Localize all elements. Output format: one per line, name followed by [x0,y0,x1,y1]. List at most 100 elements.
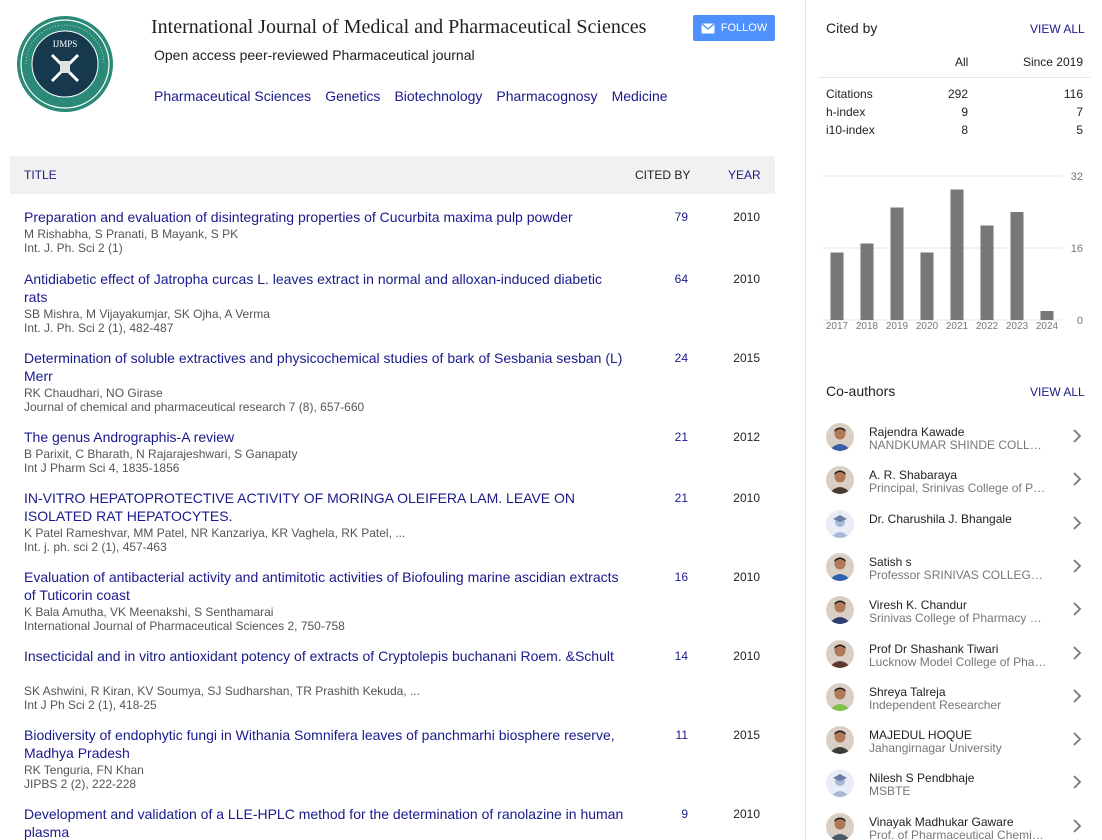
chart-bar[interactable] [950,189,964,321]
chart-bar[interactable] [920,252,934,321]
tag-link[interactable]: Pharmacognosy [496,88,597,104]
cited-count[interactable]: 24 [650,351,688,365]
article-title[interactable]: Determination of soluble extractives and… [24,349,624,385]
chart-bar[interactable] [860,243,874,321]
article-source: JIPBS 2 (2), 222-228 [24,777,137,791]
coauthor-item[interactable]: Nilesh S Pendbhaje MSBTE [818,761,1090,804]
metric-label: i10-index [826,123,875,137]
article-title[interactable]: Insecticidal and in vitro antioxidant po… [24,647,624,665]
cited-by-view-all[interactable]: VIEW ALL [1030,22,1085,36]
article-title[interactable]: Preparation and evaluation of disintegra… [24,208,624,226]
coauthor-item[interactable]: A. R. Shabaraya Principal, Srinivas Colle… [818,458,1090,501]
col-all: All [955,55,969,69]
article-source: International Journal of Pharmaceutical … [24,619,345,633]
journal-subtitle: Open access peer-reviewed Pharmaceutical… [154,47,475,63]
cited-count[interactable]: 16 [650,570,688,584]
metric-label: h-index [826,105,866,119]
coauthor-affiliation: Independent Researcher [869,697,1002,712]
article-title[interactable]: Antidiabetic effect of Jatropha curcas L… [24,270,624,306]
cited-by-title: Cited by [826,20,878,36]
tag-link[interactable]: Medicine [612,88,668,104]
sort-by-cited[interactable]: CITED BY [635,168,690,182]
coauthor-affiliation: Prof. of Pharmaceutical Chemistry [869,827,1049,840]
article-authors: RK Chaudhari, NO Girase [24,386,163,400]
tag-link[interactable]: Pharmaceutical Sciences [154,88,311,104]
coauthor-name: A. R. Shabaraya [869,468,958,483]
coauthor-item[interactable]: Viresh K. Chandur Srinivas College of Pha… [818,588,1090,631]
avatar [826,509,854,538]
sort-by-title[interactable]: TITLE [24,168,57,182]
coauthor-affiliation: Principal, Srinivas College of Pharmacy [869,481,1049,496]
avatar [826,726,854,755]
metric-since: 116 [1063,87,1083,101]
tag-link[interactable]: Genetics [325,88,380,104]
article-authors: K Bala Amutha, VK Meenakshi, S Senthamar… [24,605,274,619]
coauthor-name: Rajendra Kawade [869,425,965,439]
article-source: Int. j. ph. sci 2 (1), 457-463 [24,540,167,554]
avatar [826,769,854,798]
coauthor-name: Vinayak Madhukar Gaware [869,814,1014,829]
cited-count[interactable]: 79 [650,210,688,224]
x-tick-label: 2024 [1036,321,1059,332]
article-title[interactable]: The genus Andrographis-A review [24,428,624,446]
cited-count[interactable]: 21 [650,491,688,505]
coauthor-name: Nilesh S Pendbhaje [869,771,975,786]
citations-bar-chart: 32 16 0 2017 2018 2019 2020 2021 2022 2023 2024 [822,171,1083,332]
coauthor-item[interactable]: Prof Dr Shashank Tiwari Lucknow Model Col… [818,632,1090,675]
cited-count[interactable]: 64 [650,272,688,286]
coauthors-view-all[interactable]: VIEW ALL [1030,385,1085,399]
chevron-right-icon [1073,732,1082,746]
publications-table-header: TITLE CITED BY YEAR [10,156,775,194]
x-tick-label: 2020 [916,321,939,332]
coauthor-name: Prof Dr Shashank Tiwari [869,641,999,656]
journal-tags: Pharmaceutical Sciences Genetics Biotech… [154,88,668,104]
article-source: Journal of chemical and pharmaceutical r… [24,400,365,414]
coauthor-affiliation: MSBTE [869,784,911,799]
chart-bar[interactable] [980,225,994,321]
coauthor-item[interactable]: Satish sProfessor SRINIVAS COLLEGE OF PH… [818,545,1090,588]
article-source: Int J Pharm Sci 4, 1835-1856 [24,461,180,475]
chart-bar[interactable] [890,207,904,321]
coauthor-item[interactable]: MAJEDUL HOQUE Jahangirnagar University [818,718,1090,761]
article-title[interactable]: Biodiversity of endophytic fungi in With… [24,726,624,762]
y-tick-label: 32 [1071,171,1083,183]
coauthor-name: Dr. Charushila J. Bhangale [869,511,1012,526]
avatar [826,639,854,668]
x-tick-label: 2021 [946,321,969,332]
x-tick-label: 2023 [1006,321,1029,332]
chart-bar[interactable] [1040,311,1054,320]
cited-count[interactable]: 11 [650,728,688,742]
metric-since: 7 [1076,105,1083,119]
chevron-right-icon [1073,429,1082,443]
avatar [826,682,854,711]
coauthor-item[interactable]: Rajendra KawadeNANDKUMAR SHINDE COLLEGE … [818,415,1090,458]
tag-link[interactable]: Biotechnology [394,88,482,104]
metric-row: Citations 292 116 [818,87,1090,105]
article-title[interactable]: Evaluation of antibacterial activity and… [24,568,624,604]
coauthor-item[interactable]: Shreya Talreja Independent Researcher [818,675,1090,718]
article-title[interactable]: Development and validation of a LLE-HPLC… [24,805,624,840]
pub-year: 2015 [733,351,760,365]
avatar [826,552,854,581]
coauthor-affiliation: Lucknow Model College of Pharmacy [869,654,1049,669]
cited-count[interactable]: 21 [650,430,688,444]
coauthor-name: Satish s [869,554,912,569]
coauthor-name: Shreya Talreja [869,684,946,699]
cited-count[interactable]: 9 [650,807,688,821]
article-title[interactable]: IN-VITRO HEPATOPROTECTIVE ACTIVITY OF MO… [24,489,624,525]
sort-by-year[interactable]: YEAR [728,168,761,182]
chevron-right-icon [1073,775,1082,790]
follow-button[interactable]: FOLLOW [693,15,775,41]
coauthor-item[interactable]: Dr. Charushila J. Bhangale [818,502,1090,545]
pub-year: 2010 [733,807,760,821]
article-authors: RK Tenguria, FN Khan [24,763,144,777]
coauthor-name: MAJEDUL HOQUE [869,728,972,743]
article-source: Int. J. Ph. Sci 2 (1), 482-487 [24,321,174,335]
chart-bar[interactable] [830,252,844,321]
cited-count[interactable]: 14 [650,649,688,663]
journal-title: International Journal of Medical and Pha… [151,16,647,38]
chart-bar[interactable] [1010,212,1024,320]
coauthor-item[interactable]: Vinayak Madhukar Gaware Prof. of Pharmace… [818,805,1090,840]
sidebar-divider [805,0,806,840]
metric-all: 8 [961,123,968,137]
